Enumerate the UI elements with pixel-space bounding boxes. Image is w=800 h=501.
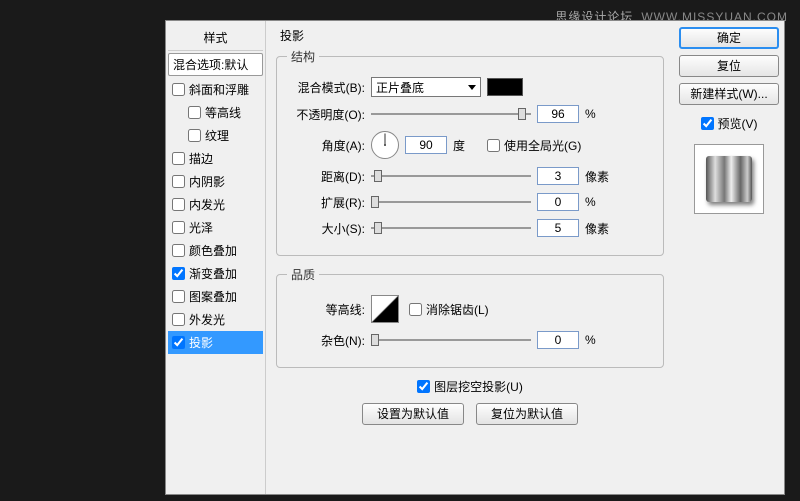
style-item-5[interactable]: 内发光: [168, 193, 263, 216]
ok-button[interactable]: 确定: [679, 27, 779, 49]
style-label: 纹理: [205, 127, 229, 144]
spread-label: 扩展(R):: [287, 194, 365, 211]
style-checkbox[interactable]: [172, 336, 185, 349]
style-item-2[interactable]: 纹理: [168, 124, 263, 147]
distance-slider[interactable]: [371, 168, 531, 184]
styles-header: 样式: [168, 25, 263, 51]
style-label: 光泽: [189, 219, 213, 236]
reset-default-button[interactable]: 复位为默认值: [476, 403, 578, 425]
spread-slider[interactable]: [371, 194, 531, 210]
opacity-label: 不透明度(O):: [287, 106, 365, 123]
contour-label: 等高线:: [287, 301, 365, 318]
noise-slider[interactable]: [371, 332, 531, 348]
layer-style-dialog: 样式 混合选项:默认 斜面和浮雕等高线纹理描边内阴影内发光光泽颜色叠加渐变叠加图…: [165, 20, 785, 495]
noise-label: 杂色(N):: [287, 332, 365, 349]
style-checkbox[interactable]: [172, 175, 185, 188]
style-checkbox[interactable]: [188, 106, 201, 119]
angle-dial[interactable]: [371, 131, 399, 159]
shadow-color-swatch[interactable]: [487, 78, 523, 96]
style-label: 内阴影: [189, 173, 225, 190]
structure-legend: 结构: [287, 48, 319, 65]
style-label: 投影: [189, 334, 213, 351]
blend-mode-label: 混合模式(B):: [287, 79, 365, 96]
style-checkbox[interactable]: [172, 221, 185, 234]
distance-label: 距离(D):: [287, 168, 365, 185]
style-checkbox[interactable]: [188, 129, 201, 142]
distance-input[interactable]: 3: [537, 167, 579, 185]
style-label: 渐变叠加: [189, 265, 237, 282]
style-item-1[interactable]: 等高线: [168, 101, 263, 124]
style-item-9[interactable]: 图案叠加: [168, 285, 263, 308]
opacity-input[interactable]: 96: [537, 105, 579, 123]
styles-column: 样式 混合选项:默认 斜面和浮雕等高线纹理描边内阴影内发光光泽颜色叠加渐变叠加图…: [166, 21, 266, 494]
size-label: 大小(S):: [287, 220, 365, 237]
style-checkbox[interactable]: [172, 267, 185, 280]
style-checkbox[interactable]: [172, 313, 185, 326]
spread-input[interactable]: 0: [537, 193, 579, 211]
noise-input[interactable]: 0: [537, 331, 579, 349]
style-item-6[interactable]: 光泽: [168, 216, 263, 239]
style-label: 斜面和浮雕: [189, 81, 249, 98]
preview-thumbnail: [694, 144, 764, 214]
style-label: 外发光: [189, 311, 225, 328]
anti-alias-checkbox[interactable]: 消除锯齿(L): [409, 301, 489, 318]
blend-mode-select[interactable]: 正片叠底: [371, 77, 481, 97]
style-item-3[interactable]: 描边: [168, 147, 263, 170]
style-item-4[interactable]: 内阴影: [168, 170, 263, 193]
preview-checkbox[interactable]: 预览(V): [701, 115, 758, 132]
angle-input[interactable]: 90: [405, 136, 447, 154]
size-slider[interactable]: [371, 220, 531, 236]
quality-group: 品质 等高线: 消除锯齿(L) 杂色(N): 0 %: [276, 266, 664, 368]
opacity-slider[interactable]: [371, 106, 531, 122]
panel-title: 投影: [280, 27, 664, 44]
cancel-button[interactable]: 复位: [679, 55, 779, 77]
style-item-0[interactable]: 斜面和浮雕: [168, 78, 263, 101]
style-label: 内发光: [189, 196, 225, 213]
style-checkbox[interactable]: [172, 244, 185, 257]
style-label: 颜色叠加: [189, 242, 237, 259]
style-item-11[interactable]: 投影: [168, 331, 263, 354]
style-checkbox[interactable]: [172, 290, 185, 303]
style-label: 描边: [189, 150, 213, 167]
style-label: 等高线: [205, 104, 241, 121]
use-global-light-checkbox[interactable]: 使用全局光(G): [487, 137, 581, 154]
set-default-button[interactable]: 设置为默认值: [362, 403, 464, 425]
style-item-8[interactable]: 渐变叠加: [168, 262, 263, 285]
style-label: 图案叠加: [189, 288, 237, 305]
quality-legend: 品质: [287, 266, 319, 283]
angle-label: 角度(A):: [287, 137, 365, 154]
contour-picker[interactable]: [371, 295, 399, 323]
style-checkbox[interactable]: [172, 83, 185, 96]
style-item-7[interactable]: 颜色叠加: [168, 239, 263, 262]
structure-group: 结构 混合模式(B): 正片叠底 不透明度(O): 96 % 角度(A): 90…: [276, 48, 664, 256]
settings-column: 投影 结构 混合模式(B): 正片叠底 不透明度(O): 96 % 角度(A):…: [266, 21, 674, 494]
new-style-button[interactable]: 新建样式(W)...: [679, 83, 779, 105]
style-checkbox[interactable]: [172, 198, 185, 211]
size-input[interactable]: 5: [537, 219, 579, 237]
chevron-down-icon: [468, 85, 476, 90]
layer-knockout-checkbox[interactable]: 图层挖空投影(U): [417, 378, 523, 395]
style-item-10[interactable]: 外发光: [168, 308, 263, 331]
style-checkbox[interactable]: [172, 152, 185, 165]
right-column: 确定 复位 新建样式(W)... 预览(V): [674, 21, 784, 494]
blending-options[interactable]: 混合选项:默认: [168, 53, 263, 76]
